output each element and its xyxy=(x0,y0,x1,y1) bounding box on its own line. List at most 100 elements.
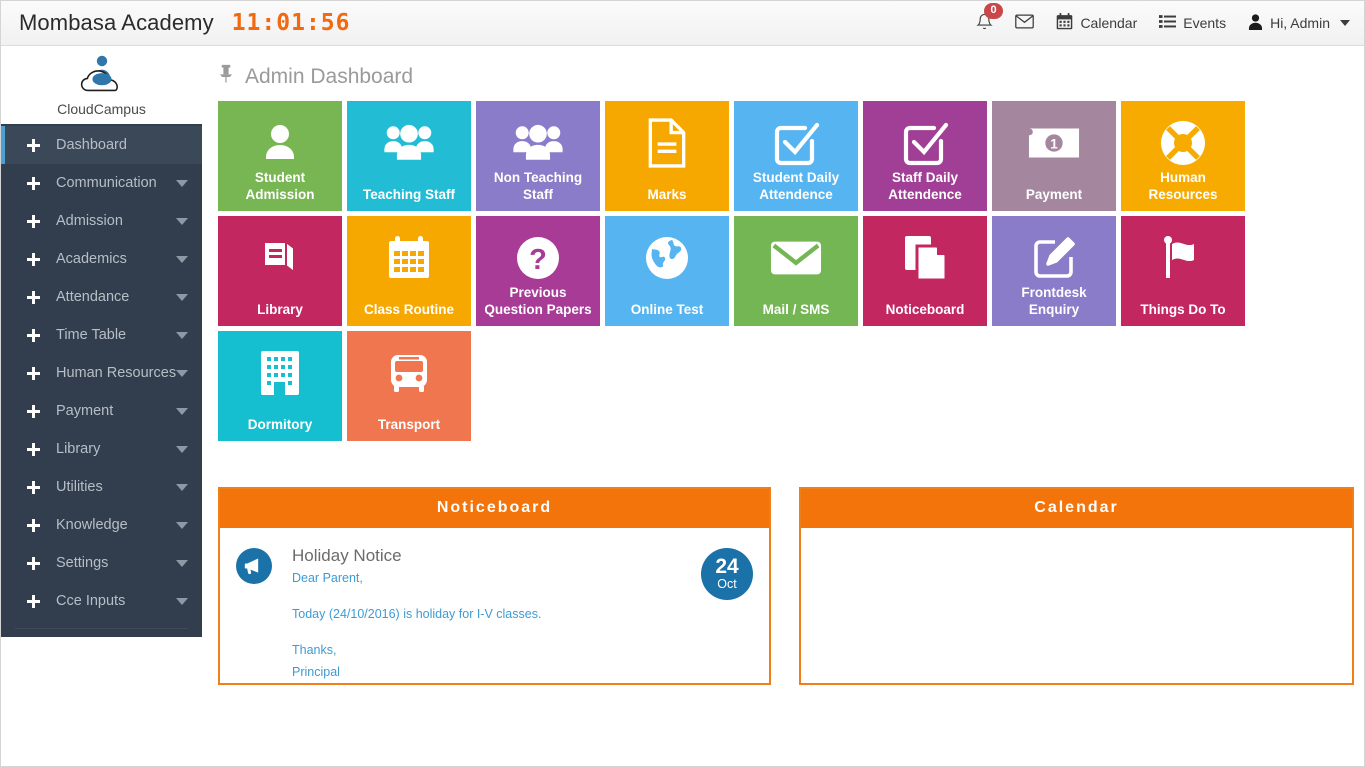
tile-non-teaching-staff[interactable]: Non Teaching Staff xyxy=(476,101,600,211)
sidebar-item-label: Cce Inputs xyxy=(56,593,126,609)
noticeboard-panel: Noticeboard Holiday Notice Dear Parent, … xyxy=(218,487,771,685)
sidebar-item-label: Academics xyxy=(56,251,127,267)
tile-label: Non Teaching Staff xyxy=(493,170,583,202)
lifebuoy-icon xyxy=(1159,117,1207,169)
tile-label: Staff Daily Attendence xyxy=(888,170,962,202)
sidebar-item-label: Settings xyxy=(56,555,109,571)
checkbox-icon xyxy=(901,117,949,169)
tile-staff-daily-attendence[interactable]: Staff Daily Attendence xyxy=(863,101,987,211)
tile-class-routine[interactable]: Class Routine xyxy=(347,216,471,326)
sidebar-item-payment[interactable]: Payment xyxy=(1,392,202,430)
sidebar-item-human-resources[interactable]: Human Resources xyxy=(1,354,202,392)
mail-button[interactable] xyxy=(1015,14,1035,32)
chevron-down-icon xyxy=(176,408,188,415)
plus-icon xyxy=(27,518,40,532)
calendar-icon xyxy=(386,232,432,284)
sidebar-item-time-table[interactable]: Time Table xyxy=(1,316,202,354)
bus-icon xyxy=(385,347,433,399)
sidebar-item-academics[interactable]: Academics xyxy=(1,240,202,278)
tile-online-test[interactable]: Online Test xyxy=(605,216,729,326)
notice-greeting: Dear Parent, xyxy=(292,571,363,585)
tile-noticeboard[interactable]: Noticeboard xyxy=(863,216,987,326)
chevron-down-icon xyxy=(176,522,188,529)
edit-icon xyxy=(1031,232,1077,284)
tile-label: Transport xyxy=(377,417,441,432)
tile-mail-sms[interactable]: Mail / SMS xyxy=(734,216,858,326)
group-icon xyxy=(512,117,564,169)
chevron-down-icon xyxy=(176,446,188,453)
calendar-icon xyxy=(1056,13,1073,33)
sidebar-divider xyxy=(15,628,188,629)
tile-human-resources[interactable]: Human Resources xyxy=(1121,101,1245,211)
tile-transport[interactable]: Transport xyxy=(347,331,471,441)
pin-icon xyxy=(218,64,234,89)
top-header-bar: Mombasa Academy 11:01:56 0 Calendar Even… xyxy=(1,1,1364,46)
plus-icon xyxy=(27,138,40,152)
dashboard-tile-grid: Student Admission Teaching Staff Non Tea… xyxy=(202,89,1332,441)
tile-teaching-staff[interactable]: Teaching Staff xyxy=(347,101,471,211)
sidebar-logo[interactable]: CloudCampus xyxy=(1,46,202,124)
tile-dormitory[interactable]: Dormitory xyxy=(218,331,342,441)
sidebar-item-label: Time Table xyxy=(56,327,127,343)
plus-icon xyxy=(27,328,40,342)
notice-item[interactable]: Holiday Notice Dear Parent, Today (24/10… xyxy=(236,546,753,682)
page-title-text: Admin Dashboard xyxy=(245,64,414,88)
calendar-panel-body[interactable] xyxy=(801,528,1352,555)
sidebar-item-label: Human Resources xyxy=(56,365,177,381)
calendar-button[interactable]: Calendar xyxy=(1056,13,1137,33)
sidebar-item-communication[interactable]: Communication xyxy=(1,164,202,202)
sidebar-item-settings[interactable]: Settings xyxy=(1,544,202,582)
tile-label: Previous Question Papers xyxy=(484,285,592,317)
sidebar-item-library[interactable]: Library xyxy=(1,430,202,468)
tile-label: Class Routine xyxy=(363,302,455,317)
sidebar-item-dashboard[interactable]: Dashboard xyxy=(1,126,202,164)
notice-date-day: 24 xyxy=(715,555,739,578)
main-content: Admin Dashboard Student Admission Teachi… xyxy=(202,46,1364,766)
notice-date-badge: 24 Oct xyxy=(701,548,753,600)
notice-spacer xyxy=(292,624,701,638)
sidebar-item-cce-inputs[interactable]: Cce Inputs xyxy=(1,582,202,620)
calendar-button-label: Calendar xyxy=(1080,15,1138,31)
notice-date-month: Oct xyxy=(717,577,737,591)
plus-icon xyxy=(27,366,40,380)
user-menu-button[interactable]: Hi, Admin xyxy=(1248,13,1350,33)
chevron-down-icon xyxy=(176,332,188,339)
tile-label: Online Test xyxy=(630,302,704,317)
notice-content: Holiday Notice Dear Parent, Today (24/10… xyxy=(292,546,701,682)
flag-icon xyxy=(1160,232,1206,284)
tile-marks[interactable]: Marks xyxy=(605,101,729,211)
megaphone-icon xyxy=(236,548,272,584)
sidebar-item-label: Library xyxy=(56,441,101,457)
tile-label: Teaching Staff xyxy=(362,187,455,202)
checkbox-icon xyxy=(772,117,820,169)
tile-things-do-to[interactable]: Things Do To xyxy=(1121,216,1245,326)
events-button[interactable]: Events xyxy=(1159,14,1226,32)
tile-student-admission[interactable]: Student Admission xyxy=(218,101,342,211)
tile-payment[interactable]: 1 Payment xyxy=(992,101,1116,211)
noticeboard-panel-body: Holiday Notice Dear Parent, Today (24/10… xyxy=(220,528,769,683)
tile-label: Noticeboard xyxy=(885,302,965,317)
tile-label: Library xyxy=(257,302,303,317)
sidebar-item-label: Payment xyxy=(56,403,114,419)
notifications-button[interactable]: 0 xyxy=(976,3,1003,34)
sidebar-item-label: Utilities xyxy=(56,479,103,495)
sidebar-item-knowledge[interactable]: Knowledge xyxy=(1,506,202,544)
tile-label: Frontdesk Enquiry xyxy=(1021,285,1087,317)
chevron-down-icon xyxy=(176,256,188,263)
sidebar-item-utilities[interactable]: Utilities xyxy=(1,468,202,506)
tile-previous-question-papers[interactable]: ? Previous Question Papers xyxy=(476,216,600,326)
chevron-down-icon xyxy=(1340,20,1350,26)
sidebar-item-attendance[interactable]: Attendance xyxy=(1,278,202,316)
sidebar-item-admission[interactable]: Admission xyxy=(1,202,202,240)
plus-icon xyxy=(27,442,40,456)
plus-icon xyxy=(27,556,40,570)
sidebar-nav: Dashboard Communication Admission Academ… xyxy=(1,124,202,637)
sidebar-logo-label: CloudCampus xyxy=(57,100,146,117)
sidebar-item-label: Knowledge xyxy=(56,517,128,533)
tile-student-daily-attendence[interactable]: Student Daily Attendence xyxy=(734,101,858,211)
svg-text:?: ? xyxy=(529,244,547,276)
chevron-down-icon xyxy=(176,218,188,225)
tile-library[interactable]: Library xyxy=(218,216,342,326)
tile-frontdesk-enquiry[interactable]: Frontdesk Enquiry xyxy=(992,216,1116,326)
envelope-icon xyxy=(1015,14,1035,32)
